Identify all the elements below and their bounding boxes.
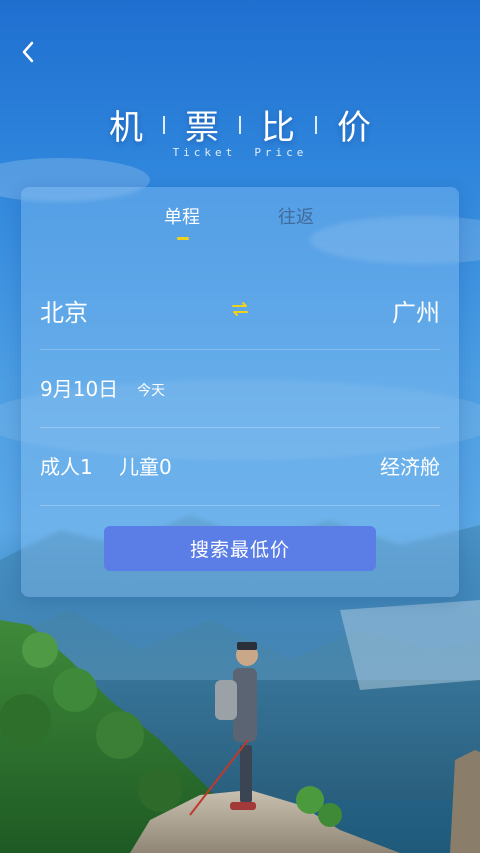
swap-icon	[232, 302, 248, 316]
back-icon	[22, 41, 34, 63]
departure-city[interactable]: 北京	[40, 293, 88, 328]
title-char: 机	[109, 108, 143, 148]
subtitle-word: Price	[254, 146, 308, 159]
title-divider	[315, 115, 317, 134]
route-row: 北京 广州	[40, 271, 440, 350]
departure-date[interactable]: 9月10日	[40, 373, 118, 402]
active-tab-indicator	[177, 237, 189, 240]
trip-type-tabs: 单程 往返	[21, 203, 459, 243]
subtitle-word: Ticket	[172, 146, 237, 159]
child-count[interactable]: 儿童0	[119, 451, 172, 480]
swap-cities-button[interactable]	[228, 297, 252, 321]
arrival-city[interactable]: 广州	[392, 293, 440, 328]
title-char: 票	[185, 108, 219, 148]
page-subtitle: Ticket Price	[0, 146, 480, 159]
title-char: 比	[261, 108, 295, 148]
title-divider	[163, 115, 165, 134]
tab-roundtrip[interactable]: 往返	[278, 203, 314, 229]
passenger-row: 成人1 儿童0 经济舱	[40, 427, 440, 506]
adult-count[interactable]: 成人1	[40, 451, 93, 480]
page-title: 机 票 比 价	[0, 100, 480, 149]
search-card: 单程 往返 北京 广州 9月10日 今天 成人1 儿童0 经济舱 搜索最低价	[21, 187, 459, 597]
cabin-class[interactable]: 经济舱	[380, 451, 440, 480]
title-divider	[239, 115, 241, 134]
back-button[interactable]	[12, 36, 44, 68]
title-char: 价	[337, 108, 371, 148]
search-lowest-price-button[interactable]: 搜索最低价	[104, 526, 376, 571]
date-row[interactable]: 9月10日 今天	[40, 349, 440, 428]
tab-oneway[interactable]: 单程	[164, 203, 200, 229]
date-day-label: 今天	[137, 383, 165, 399]
